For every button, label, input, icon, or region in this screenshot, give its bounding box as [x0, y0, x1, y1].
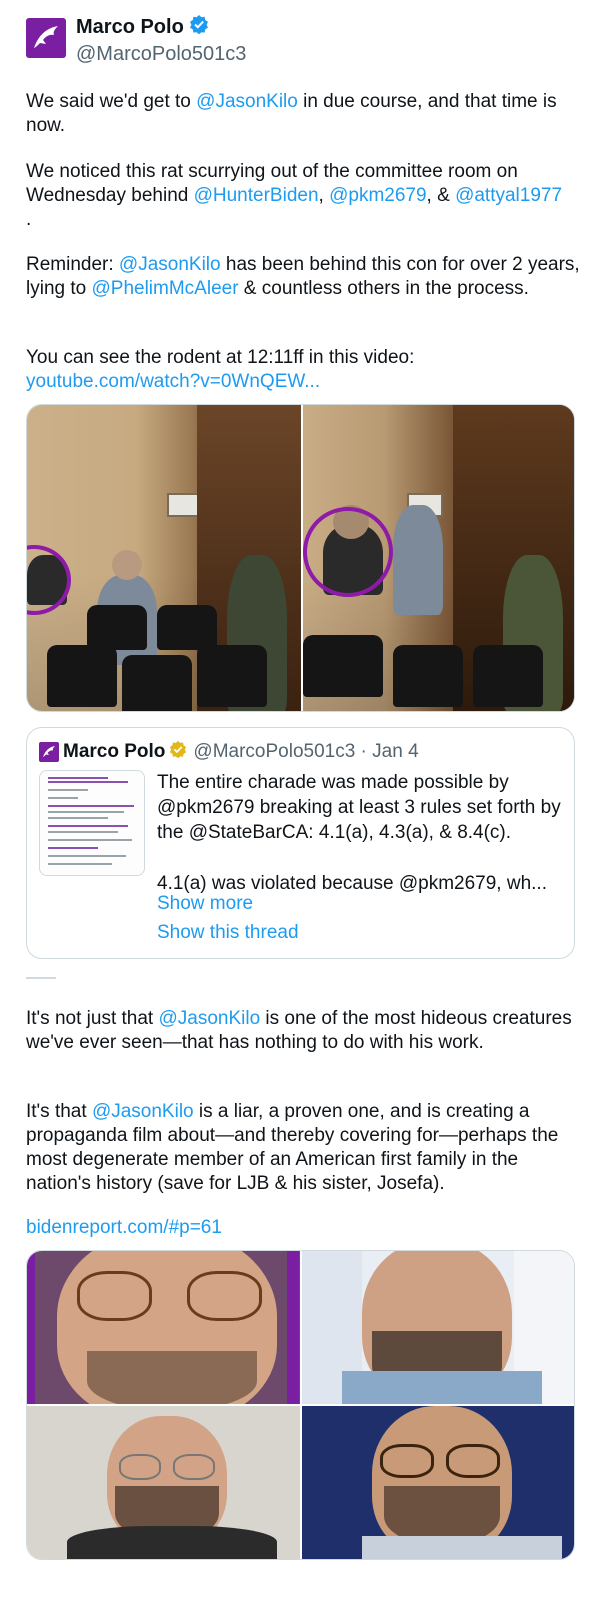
- author-name-row[interactable]: Marco Polo: [76, 14, 246, 40]
- text-span: It's not just that: [26, 1008, 159, 1029]
- tweet2-paragraph-2: It's that @JasonKilo is a liar, a proven…: [26, 1100, 586, 1196]
- gold-verified-badge-icon: [169, 740, 187, 764]
- chair-shape: [302, 635, 383, 697]
- committee-room-photo-left[interactable]: [27, 405, 301, 711]
- doc-line: [48, 811, 124, 813]
- doc-line: [48, 817, 108, 819]
- text-span: ,: [318, 185, 330, 206]
- quoted-tweet-body: The entire charade was made possible by …: [157, 770, 562, 896]
- tweet2-paragraph-3: bidenreport.com/#p=61: [26, 1216, 586, 1240]
- chair-shape: [47, 645, 117, 707]
- doc-line: [48, 855, 126, 857]
- mention-link[interactable]: @JasonKilo: [158, 1008, 260, 1029]
- author-display-name[interactable]: Marco Polo: [76, 15, 184, 39]
- glasses-shape: [173, 1454, 215, 1480]
- mention-link[interactable]: @pkm2679: [329, 185, 426, 206]
- text-span: We said we'd get to: [26, 91, 197, 112]
- show-thread-link[interactable]: Show this thread: [157, 922, 299, 944]
- quoted-tweet-card[interactable]: Marco Polo @MarcoPolo501c3 · Jan 4 The e…: [26, 727, 575, 959]
- doc-line: [48, 847, 98, 849]
- glasses-shape: [187, 1271, 262, 1321]
- tweet-thread: Marco Polo @MarcoPolo501c3 We said we'd …: [0, 0, 610, 1622]
- portrait-photo-2[interactable]: [301, 1251, 574, 1404]
- tweet1-paragraph-1: We said we'd get to @JasonKilo in due co…: [26, 90, 586, 138]
- portrait-photo-4[interactable]: [301, 1406, 574, 1559]
- purple-border: [287, 1251, 299, 1404]
- tweet-header: Marco Polo @MarcoPolo501c3: [26, 14, 246, 66]
- doc-line: [48, 805, 134, 807]
- text-span: .: [26, 209, 32, 230]
- mention-link[interactable]: @JasonKilo: [196, 91, 298, 112]
- doc-line: [48, 831, 118, 833]
- dolphin-logo-icon[interactable]: [26, 18, 66, 58]
- tweet1-paragraph-2: We noticed this rat scurrying out of the…: [26, 160, 586, 232]
- dolphin-logo-icon[interactable]: [39, 742, 59, 762]
- text-span: , &: [426, 185, 456, 206]
- mention-link[interactable]: @JasonKilo: [92, 1101, 194, 1122]
- chair-shape: [157, 605, 217, 650]
- chair-shape: [122, 655, 192, 711]
- thread-divider: [26, 977, 56, 979]
- glasses-shape: [119, 1454, 161, 1480]
- doc-line: [48, 863, 112, 865]
- tweet1-paragraph-4: You can see the rodent at 12:11ff in thi…: [26, 346, 586, 394]
- text-span: It's that: [26, 1101, 92, 1122]
- tweet2-media[interactable]: [26, 1250, 575, 1560]
- quoted-text-paragraph-1: The entire charade was made possible by …: [157, 772, 561, 843]
- mention-link[interactable]: @PhelimMcAleer: [91, 278, 238, 299]
- scarf-shape: [67, 1526, 277, 1559]
- photographer-figure: [392, 505, 443, 615]
- tweet1-media[interactable]: [26, 404, 575, 712]
- doc-line: [48, 789, 88, 791]
- quoted-author-name[interactable]: Marco Polo: [63, 741, 165, 763]
- head-figure: [112, 550, 142, 580]
- beard-shape: [87, 1351, 257, 1404]
- doc-line: [48, 777, 108, 779]
- doc-line: [48, 825, 128, 827]
- glasses-shape: [77, 1271, 152, 1321]
- portrait-photo-1[interactable]: [27, 1251, 300, 1404]
- verified-badge-icon: [189, 14, 209, 40]
- doc-line: [48, 781, 128, 783]
- mention-link[interactable]: @HunterBiden: [194, 185, 319, 206]
- quoted-handle-time[interactable]: @MarcoPolo501c3 · Jan 4: [193, 741, 418, 763]
- video-url-link[interactable]: youtube.com/watch?v=0WnQEW...: [26, 371, 320, 392]
- glasses-shape: [445, 1444, 500, 1478]
- committee-room-photo-right[interactable]: [300, 405, 574, 711]
- tweet1-paragraph-3: Reminder: @JasonKilo has been behind thi…: [26, 253, 586, 301]
- tweet2-paragraph-1: It's not just that @JasonKilo is one of …: [26, 1007, 586, 1055]
- text-span: You can see the rodent at 12:11ff in thi…: [26, 347, 415, 368]
- chair-shape: [87, 605, 147, 650]
- author-handle[interactable]: @MarcoPolo501c3: [76, 42, 246, 66]
- glasses-shape: [379, 1444, 434, 1478]
- show-more-link[interactable]: Show more: [157, 893, 253, 915]
- chair-shape: [197, 645, 267, 707]
- website-link[interactable]: bidenreport.com/#p=61: [26, 1217, 222, 1238]
- chair-shape: [392, 645, 463, 707]
- chair-shape: [472, 645, 543, 707]
- text-span: Reminder:: [26, 254, 119, 275]
- portrait-photo-3[interactable]: [27, 1406, 300, 1559]
- document-thumbnail[interactable]: [39, 770, 145, 876]
- doc-line: [48, 839, 132, 841]
- mention-link[interactable]: @attyal1977: [455, 185, 562, 206]
- text-span: & countless others in the process.: [238, 278, 529, 299]
- shirt-shape: [361, 1536, 562, 1559]
- shirt-shape: [341, 1371, 542, 1404]
- highlight-circle: [302, 507, 393, 597]
- doc-line: [48, 797, 78, 799]
- quoted-tweet-header: Marco Polo @MarcoPolo501c3 · Jan 4: [39, 740, 419, 764]
- mention-link[interactable]: @JasonKilo: [119, 254, 221, 275]
